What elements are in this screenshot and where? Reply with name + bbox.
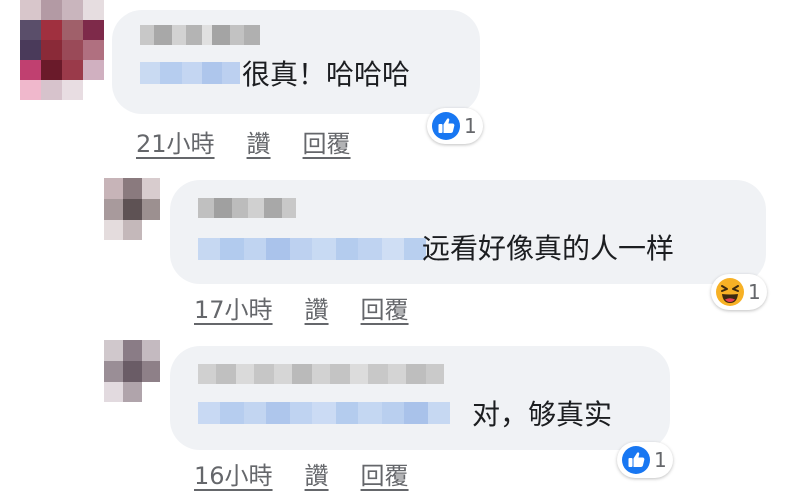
- like-button[interactable]: 讚: [305, 290, 329, 325]
- comment-actions: 21小時 讚 回覆: [136, 124, 351, 159]
- avatar[interactable]: [104, 340, 160, 402]
- like-icon: [431, 111, 461, 141]
- mention-tag[interactable]: [140, 62, 240, 84]
- comment-text: 远看好像真的人一样: [422, 232, 675, 265]
- reply-button[interactable]: 回覆: [361, 456, 409, 491]
- author-name[interactable]: [198, 364, 444, 384]
- reaction-count: 1: [654, 448, 667, 472]
- reaction-summary[interactable]: 1: [711, 274, 767, 310]
- comment-text: 对，够真实: [472, 398, 613, 431]
- haha-icon: [715, 277, 745, 307]
- comment-text: 很真！哈哈哈: [242, 58, 411, 91]
- reply-button[interactable]: 回覆: [303, 124, 351, 159]
- comment-actions: 16小時 讚 回覆: [194, 456, 409, 491]
- author-name[interactable]: [140, 25, 260, 45]
- mention-tag[interactable]: [198, 238, 426, 260]
- reaction-count: 1: [464, 114, 477, 138]
- avatar[interactable]: [104, 178, 160, 240]
- timestamp-link[interactable]: 21小時: [136, 124, 215, 159]
- timestamp-link[interactable]: 16小時: [194, 456, 273, 491]
- reaction-summary[interactable]: 1: [617, 442, 673, 478]
- like-button[interactable]: 讚: [247, 124, 271, 159]
- reply-button[interactable]: 回覆: [361, 290, 409, 325]
- mention-tag[interactable]: [198, 402, 450, 424]
- timestamp-link[interactable]: 17小時: [194, 290, 273, 325]
- avatar[interactable]: [20, 0, 104, 100]
- like-button[interactable]: 讚: [305, 456, 329, 491]
- author-name[interactable]: [198, 198, 296, 218]
- reaction-summary[interactable]: 1: [427, 108, 483, 144]
- like-icon: [621, 445, 651, 475]
- comment-actions: 17小時 讚 回覆: [194, 290, 409, 325]
- reaction-count: 1: [748, 280, 761, 304]
